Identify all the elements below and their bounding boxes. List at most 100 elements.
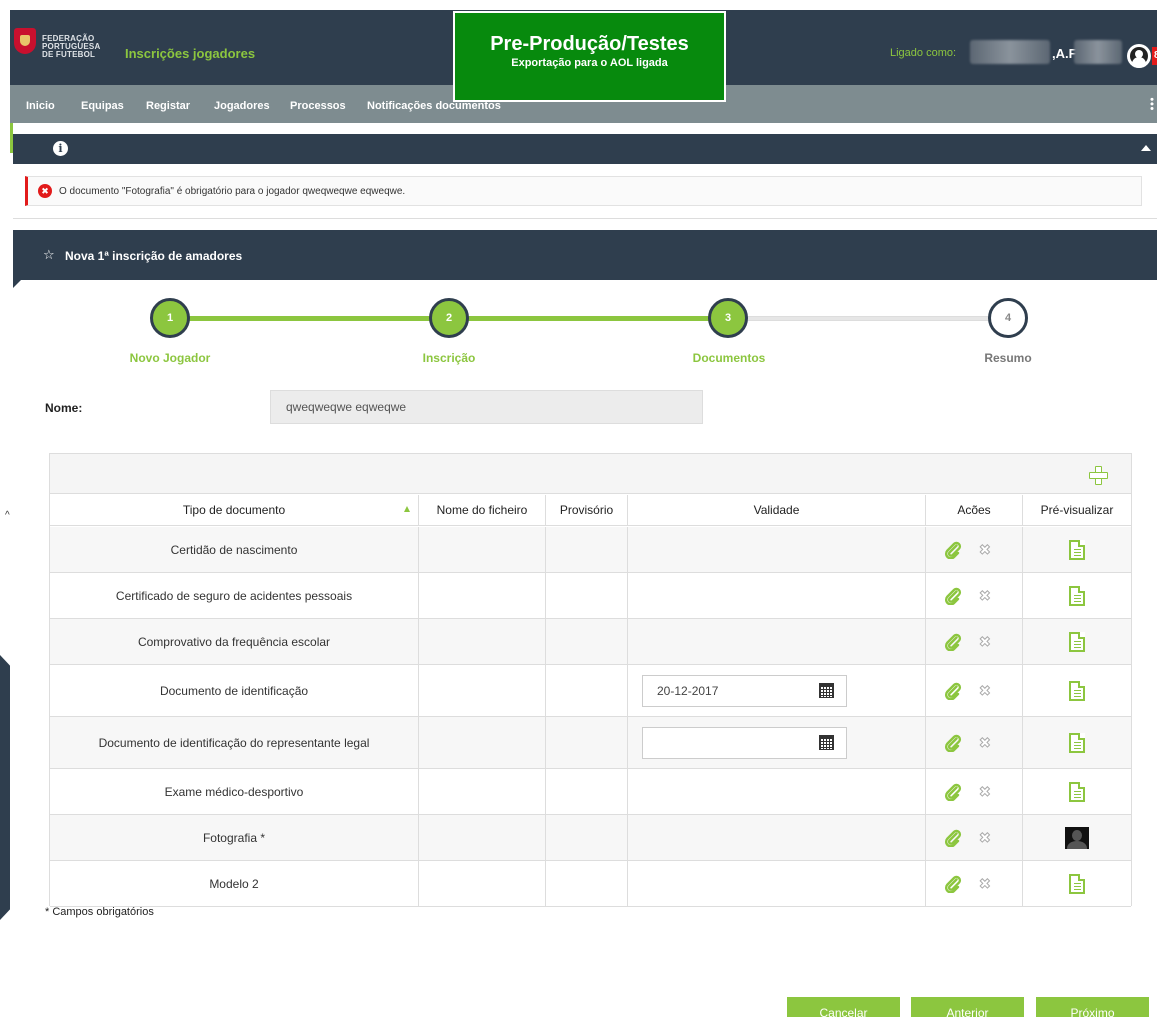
attach-paperclip-icon[interactable] [944,734,962,752]
wizard-step-3[interactable]: 3 [708,298,748,338]
calendar-icon[interactable] [819,682,834,698]
wizard-step-2[interactable]: 2 [429,298,469,338]
document-preview-icon[interactable] [1069,680,1085,701]
remove-x-icon[interactable]: ✖ [979,541,992,558]
remove-x-icon[interactable]: ✖ [979,587,992,604]
environment-banner: Pre-Produção/Testes Exportação para o AO… [453,11,726,102]
environment-subtitle: Exportação para o AOL ligada [511,57,668,69]
section-title: Nova 1ª inscrição de amadores [65,249,243,263]
cell-validity [628,619,926,664]
sort-asc-icon[interactable] [404,506,410,512]
attach-paperclip-icon[interactable] [944,541,962,559]
wizard-step-1-label: Novo Jogador [129,351,211,365]
cell-provisional [546,815,628,860]
name-field[interactable] [270,390,703,424]
table-row: Fotografia * ✖ [50,815,1131,861]
cell-document-type: Certificado de seguro de acidentes pesso… [50,573,419,618]
header-nome-ficheiro: Nome do ficheiro [419,495,546,526]
attach-paperclip-icon[interactable] [944,829,962,847]
nav-item-processos[interactable]: Processos [290,100,346,112]
notification-badge[interactable]: 83 [1152,47,1157,65]
cell-actions: ✖ [926,527,1023,572]
document-preview-icon[interactable] [1069,781,1085,802]
document-type-label: Documento de identificação [159,683,309,698]
cell-actions: ✖ [926,573,1023,618]
nav-item-equipas[interactable]: Equipas [81,100,124,112]
calendar-icon[interactable] [819,734,834,750]
document-type-label: Documento de identificação do representa… [98,735,370,750]
document-preview-icon[interactable] [1069,539,1085,560]
nav-item-inicio[interactable]: Inicio [26,100,55,112]
cell-provisional [546,573,628,618]
cell-file-name [419,665,546,716]
attach-paperclip-icon[interactable] [944,633,962,651]
green-accent-bar [10,123,13,153]
document-preview-icon[interactable] [1069,873,1085,894]
collapse-triangle-icon[interactable] [1141,145,1151,151]
validity-date-input[interactable]: 20-12-2017 [642,674,847,707]
table-row: Certidão de nascimento ✖ [50,527,1131,573]
redacted-username [970,40,1050,64]
documents-table: Tipo de documento Nome do ficheiro Provi… [49,453,1132,907]
left-decor-bar [0,655,10,920]
wizard-connector [730,316,1008,321]
attach-paperclip-icon[interactable] [944,875,962,893]
document-type-label: Fotografia * [202,830,266,845]
add-document-icon[interactable] [1089,466,1108,485]
nav-item-registar[interactable]: Registar [146,100,190,112]
wizard-step-4[interactable]: 4 [988,298,1028,338]
cell-validity [628,769,926,814]
cell-actions: ✖ [926,769,1023,814]
attach-paperclip-icon[interactable] [944,587,962,605]
table-row: Certificado de seguro de acidentes pesso… [50,573,1131,619]
cell-provisional [546,665,628,716]
cell-validity: 20-12-2017 [628,665,926,716]
header-tipo-documento[interactable]: Tipo de documento [50,495,419,526]
cell-actions: ✖ [926,665,1023,716]
cell-document-type: Exame médico-desportivo [50,769,419,814]
wizard-step-1[interactable]: 1 [150,298,190,338]
app-title[interactable]: Inscrições jogadores [125,46,255,61]
cell-validity [628,573,926,618]
left-caret-icon: ^ [5,510,10,521]
document-type-label: Modelo 2 [209,876,259,891]
validity-date-input[interactable] [642,726,847,759]
document-preview-icon[interactable] [1069,585,1085,606]
cell-actions: ✖ [926,717,1023,768]
document-preview-icon[interactable] [1069,631,1085,652]
redacted-association [1074,40,1122,64]
cancel-button[interactable]: Cancelar [787,997,900,1017]
document-preview-icon[interactable] [1069,732,1085,753]
cell-preview [1023,717,1131,768]
remove-x-icon[interactable]: ✖ [979,633,992,650]
cell-provisional [546,527,628,572]
remove-x-icon[interactable]: ✖ [979,682,992,699]
cell-document-type: Modelo 2 [50,861,419,906]
remove-x-icon[interactable]: ✖ [979,783,992,800]
remove-x-icon[interactable]: ✖ [979,734,992,751]
table-row: Modelo 2 ✖ [50,861,1131,907]
photo-preview-icon[interactable] [1065,826,1089,849]
star-icon: ☆ [43,247,55,262]
attach-paperclip-icon[interactable] [944,682,962,700]
header-acoes: Acões [926,495,1023,526]
cell-actions: ✖ [926,619,1023,664]
previous-button[interactable]: Anterior [911,997,1024,1017]
cell-file-name [419,861,546,906]
error-message-text: O documento "Fotografia" é obrigatório p… [59,186,406,197]
cell-preview [1023,815,1131,860]
next-button[interactable]: Próximo [1036,997,1149,1017]
header-validade: Validade [628,495,926,526]
cell-document-type: Comprovativo da frequência escolar [50,619,419,664]
header-pre-visualizar: Pré-visualizar [1023,495,1131,526]
apps-grid-icon[interactable] [1149,97,1155,111]
remove-x-icon[interactable]: ✖ [979,829,992,846]
cell-preview [1023,619,1131,664]
nav-item-jogadores[interactable]: Jogadores [214,100,270,112]
required-fields-note: * Campos obrigatórios [45,906,154,918]
attach-paperclip-icon[interactable] [944,783,962,801]
cell-preview [1023,573,1131,618]
user-avatar-icon[interactable] [1127,44,1151,68]
remove-x-icon[interactable]: ✖ [979,875,992,892]
cell-actions: ✖ [926,861,1023,906]
